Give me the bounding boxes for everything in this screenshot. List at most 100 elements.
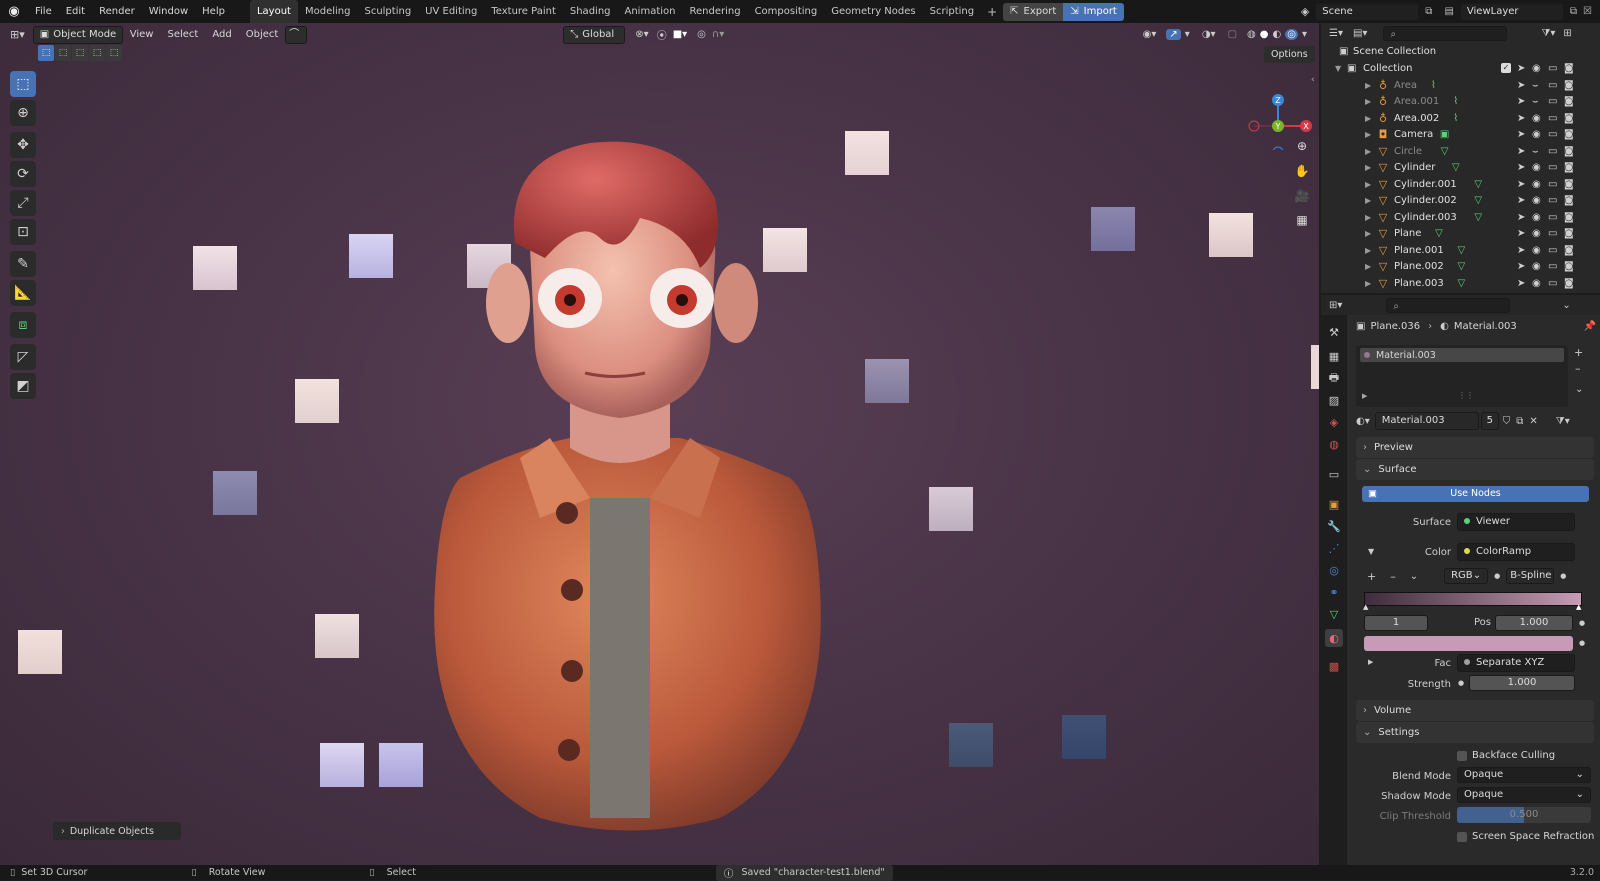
monitor-icon[interactable]: ▭ — [1548, 63, 1557, 74]
3d-viewport[interactable]: ⊞▾ ▣ Object Mode View Select Add Object ⌒… — [0, 23, 1319, 865]
tab-scripting[interactable]: Scripting — [923, 0, 981, 23]
data-mesh-icon[interactable]: ▽ — [1439, 145, 1451, 157]
menu-help[interactable]: Help — [195, 0, 232, 23]
tab-texture-paint[interactable]: Texture Paint — [484, 0, 563, 23]
tab-animation[interactable]: Animation — [618, 0, 683, 23]
eye-icon[interactable]: ◉ — [1532, 113, 1541, 124]
object-name[interactable]: Circle — [1394, 146, 1422, 157]
data-mesh-icon[interactable]: ▽ — [1472, 195, 1484, 207]
outliner-row[interactable]: ▶ ▽ Cylinder.001 ▽ ➤ ◉ ▭ ◙ — [1321, 176, 1600, 193]
select-box-tool-icon[interactable]: ⬚ — [10, 71, 36, 97]
selectable-icon[interactable]: ➤ — [1517, 146, 1525, 157]
selectable-icon[interactable]: ➤ — [1517, 195, 1525, 206]
outliner-row[interactable]: ▶ ♁ Area.001 ⌇ ➤ ⌣ ▭ ◙ — [1321, 94, 1600, 111]
camera-view-icon[interactable]: 🎥 — [1292, 189, 1312, 203]
object-name[interactable]: Area — [1394, 80, 1417, 91]
gizmo-neg-z-axis[interactable] — [1272, 146, 1284, 150]
hidden-eye-icon[interactable]: ⌣ — [1532, 80, 1539, 91]
eye-icon[interactable]: ◉ — [1532, 179, 1541, 190]
stop-index-field[interactable]: 1 — [1364, 615, 1428, 631]
physics-tab-icon[interactable]: ◎ — [1325, 561, 1343, 579]
remove-slot-icon[interactable]: – — [1575, 362, 1581, 375]
monitor-icon[interactable]: ▭ — [1548, 278, 1557, 289]
monitor-icon[interactable]: ▭ — [1548, 245, 1557, 256]
monitor-icon[interactable]: ▭ — [1548, 195, 1557, 206]
world-tab-icon[interactable]: ◍ — [1325, 435, 1343, 453]
floating-card[interactable] — [349, 234, 393, 278]
expand-icon[interactable]: ▶ — [1365, 81, 1371, 90]
selectable-icon[interactable]: ➤ — [1517, 261, 1525, 272]
mode-selector[interactable]: ▣ Object Mode — [32, 25, 123, 44]
collection-tab-icon[interactable]: ▭ — [1325, 465, 1343, 483]
remove-stop-icon[interactable]: – — [1390, 570, 1396, 583]
monitor-icon[interactable]: ▭ — [1548, 179, 1557, 190]
ramp-menu-icon[interactable]: ⌄ — [1410, 571, 1418, 582]
expand-icon[interactable]: ▶ — [1365, 279, 1371, 288]
menu-add[interactable]: Add — [205, 23, 238, 46]
menu-window[interactable]: Window — [142, 0, 195, 23]
display-mode-icon[interactable]: ▤▾ — [1353, 28, 1367, 39]
render-camera-icon[interactable]: ◙ — [1564, 162, 1574, 173]
backface-culling-row[interactable]: Backface Culling — [1457, 750, 1555, 761]
data-mesh-icon[interactable]: ▽ — [1455, 244, 1467, 256]
outliner-row[interactable]: ▶ ▽ Cylinder ▽ ➤ ◉ ▭ ◙ — [1321, 160, 1600, 177]
colorramp-gradient[interactable] — [1364, 592, 1582, 606]
menu-view[interactable]: View — [123, 23, 161, 46]
floating-card[interactable] — [929, 487, 973, 531]
monitor-icon[interactable]: ▭ — [1548, 80, 1557, 91]
expand-icon[interactable]: ▶ — [1365, 163, 1371, 172]
eye-icon[interactable]: ◉ — [1532, 245, 1541, 256]
monitor-icon[interactable]: ▭ — [1548, 129, 1557, 140]
data-camera-icon[interactable]: ▣ — [1439, 129, 1451, 141]
tab-layout[interactable]: Layout — [249, 0, 298, 23]
render-camera-icon[interactable]: ◙ — [1564, 113, 1574, 124]
constraints-tab-icon[interactable]: ⚭ — [1325, 583, 1343, 601]
render-camera-icon[interactable]: ◙ — [1564, 63, 1574, 74]
xray-icon[interactable]: ▢ — [1228, 29, 1237, 40]
snap-icon[interactable]: ⌒ — [285, 25, 308, 44]
add-cube-tool-icon[interactable]: ⧈ — [10, 312, 36, 338]
outliner-editor-icon[interactable]: ☰▾ — [1329, 28, 1343, 39]
proportional-edit-icon[interactable]: ◎ — [697, 29, 706, 40]
pos-field[interactable]: 1.000 — [1495, 615, 1573, 631]
data-light-icon[interactable]: ⌇ — [1450, 112, 1462, 124]
blender-logo-icon[interactable]: ◉ — [0, 4, 28, 19]
editor-type-icon[interactable]: ⊞▾ — [10, 28, 25, 41]
tab-modeling[interactable]: Modeling — [298, 0, 358, 23]
settings-panel-header[interactable]: ⌄ Settings — [1356, 722, 1594, 743]
select-extend-icon[interactable]: ⬚ — [55, 45, 71, 61]
browse-material-icon[interactable]: ◐▾ — [1356, 416, 1370, 427]
selectable-icon[interactable]: ➤ — [1517, 63, 1525, 74]
tab-compositing[interactable]: Compositing — [748, 0, 825, 23]
floating-card[interactable] — [295, 379, 339, 423]
keyframe-dot-icon[interactable]: ● — [1579, 639, 1585, 647]
slot-menu-icon[interactable]: ⌄ — [1575, 384, 1583, 395]
monitor-icon[interactable]: ▭ — [1548, 113, 1557, 124]
wireframe-shading-icon[interactable]: ◍ — [1247, 29, 1256, 40]
outliner-row[interactable]: ▶ ♁ Area ⌇ ➤ ⌣ ▭ ◙ — [1321, 77, 1600, 94]
pin-icon[interactable]: 📌 — [1584, 321, 1596, 332]
eye-icon[interactable]: ◉ — [1532, 212, 1541, 223]
render-camera-icon[interactable]: ◙ — [1564, 212, 1574, 223]
overlay-icon[interactable]: ◑▾ — [1202, 29, 1216, 40]
output-tab-icon[interactable]: 🖶 — [1325, 369, 1343, 387]
scene-collection-row[interactable]: ▣ Scene Collection — [1321, 43, 1600, 60]
outliner-row[interactable]: ▶ ▽ Cylinder.003 ▽ ➤ ◉ ▭ ◙ — [1321, 209, 1600, 226]
eye-icon[interactable]: ◉ — [1532, 228, 1541, 239]
render-camera-icon[interactable]: ◙ — [1564, 245, 1574, 256]
copy-scene-icon[interactable]: ⧉ — [1425, 6, 1432, 17]
exclude-checkbox[interactable]: ✓ — [1501, 63, 1511, 74]
object-name[interactable]: Cylinder.001 — [1394, 179, 1457, 190]
expand-icon[interactable]: ▶ — [1365, 196, 1371, 205]
particles-tab-icon[interactable]: ⋰ — [1325, 539, 1343, 557]
menu-select[interactable]: Select — [160, 23, 205, 46]
interpolation-select[interactable]: B-Spline — [1506, 568, 1555, 584]
offscreen-card[interactable] — [1311, 345, 1319, 389]
color-mode-select[interactable]: RGB ⌄ — [1444, 568, 1489, 584]
surface-panel-header[interactable]: ⌄ Surface — [1356, 459, 1594, 480]
report-message[interactable]: ⓘ Saved "character-test1.blend" — [715, 864, 893, 881]
outliner-row[interactable]: ▶ ▽ Plane ▽ ➤ ◉ ▭ ◙ — [1321, 226, 1600, 243]
scene-tab-icon[interactable]: ◈ — [1325, 413, 1343, 431]
floating-card[interactable] — [193, 246, 237, 290]
outliner-row[interactable]: ▶ ▽ Plane.001 ▽ ➤ ◉ ▭ ◙ — [1321, 242, 1600, 259]
